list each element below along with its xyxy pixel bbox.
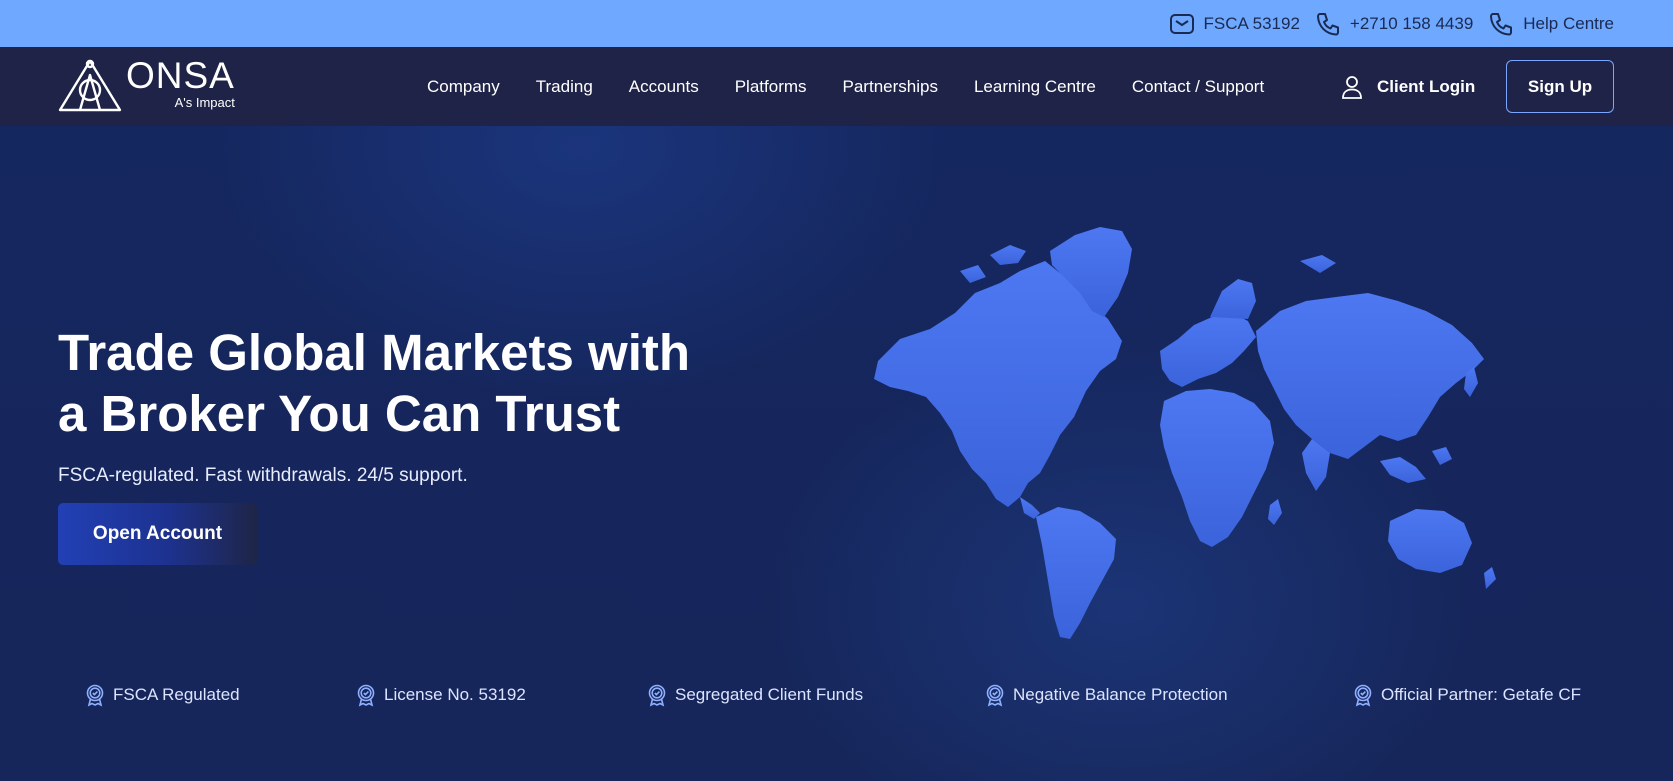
nav-item-platforms[interactable]: Platforms bbox=[735, 77, 807, 97]
onsa-logo-icon bbox=[58, 59, 122, 112]
award-check-icon bbox=[648, 684, 666, 707]
award-check-icon bbox=[357, 684, 375, 707]
nav-item-partnerships[interactable]: Partnerships bbox=[843, 77, 938, 97]
badge-official-partner: Official Partner: Getafe CF bbox=[1351, 683, 1581, 707]
sign-up-button[interactable]: Sign Up bbox=[1506, 60, 1614, 113]
user-icon bbox=[1342, 75, 1362, 99]
award-check-icon bbox=[1354, 684, 1372, 707]
award-check-icon bbox=[986, 684, 1004, 707]
badge-fsca-regulated: FSCA Regulated bbox=[83, 683, 240, 707]
hero-headline: Trade Global Markets with a Broker You C… bbox=[58, 322, 690, 444]
phone-label: +2710 158 4439 bbox=[1349, 13, 1474, 33]
nav-menu: Company Trading Accounts Platforms Partn… bbox=[427, 47, 1300, 126]
phone-icon bbox=[1316, 12, 1339, 35]
award-check-icon bbox=[86, 684, 104, 707]
help-centre-link[interactable]: Help Centre bbox=[1488, 11, 1614, 37]
nav-item-learning-centre[interactable]: Learning Centre bbox=[974, 77, 1096, 97]
hero-headline-line-1: Trade Global Markets with bbox=[58, 324, 690, 381]
brand-name: ONSA bbox=[126, 55, 235, 96]
badge-negative-balance: Negative Balance Protection bbox=[983, 683, 1228, 707]
mail-icon bbox=[1169, 13, 1194, 34]
badge-label: License No. 53192 bbox=[384, 685, 526, 704]
client-login-label: Client Login bbox=[1377, 76, 1476, 96]
nav-item-contact-support[interactable]: Contact / Support bbox=[1132, 77, 1264, 97]
main-navigation: ONSA A's Impact Company Trading Accounts… bbox=[0, 47, 1673, 126]
world-map-image bbox=[874, 227, 1496, 639]
badge-label: Segregated Client Funds bbox=[675, 685, 864, 704]
fsca-contact[interactable]: FSCA 53192 bbox=[1169, 11, 1300, 37]
hero-subline: FSCA-regulated. Fast withdrawals. 24/5 s… bbox=[58, 465, 468, 486]
nav-item-company[interactable]: Company bbox=[427, 77, 500, 97]
badge-license: License No. 53192 bbox=[354, 683, 526, 707]
fsca-label: FSCA 53192 bbox=[1203, 13, 1300, 33]
badge-segregated-funds: Segregated Client Funds bbox=[645, 683, 863, 707]
open-account-button[interactable]: Open Account bbox=[58, 503, 257, 565]
hero-section: Trade Global Markets with a Broker You C… bbox=[0, 126, 1673, 781]
client-login-link[interactable]: Client Login bbox=[1339, 47, 1475, 126]
phone-contact[interactable]: +2710 158 4439 bbox=[1315, 11, 1473, 37]
badge-label: Negative Balance Protection bbox=[1013, 685, 1228, 704]
brand-logo[interactable]: ONSA A's Impact bbox=[58, 57, 235, 113]
utility-bar: FSCA 53192 +2710 158 4439 Help Centre bbox=[0, 0, 1673, 47]
badge-label: FSCA Regulated bbox=[113, 685, 240, 704]
hero-headline-line-2: a Broker You Can Trust bbox=[58, 385, 621, 442]
phone-icon bbox=[1490, 12, 1513, 35]
nav-item-accounts[interactable]: Accounts bbox=[629, 77, 699, 97]
help-centre-label: Help Centre bbox=[1523, 13, 1614, 33]
trust-badges: FSCA Regulated License No. 53192 Segrega… bbox=[0, 683, 1673, 723]
badge-label: Official Partner: Getafe CF bbox=[1381, 685, 1581, 704]
brand-tagline: A's Impact bbox=[174, 95, 235, 110]
nav-item-trading[interactable]: Trading bbox=[536, 77, 593, 97]
